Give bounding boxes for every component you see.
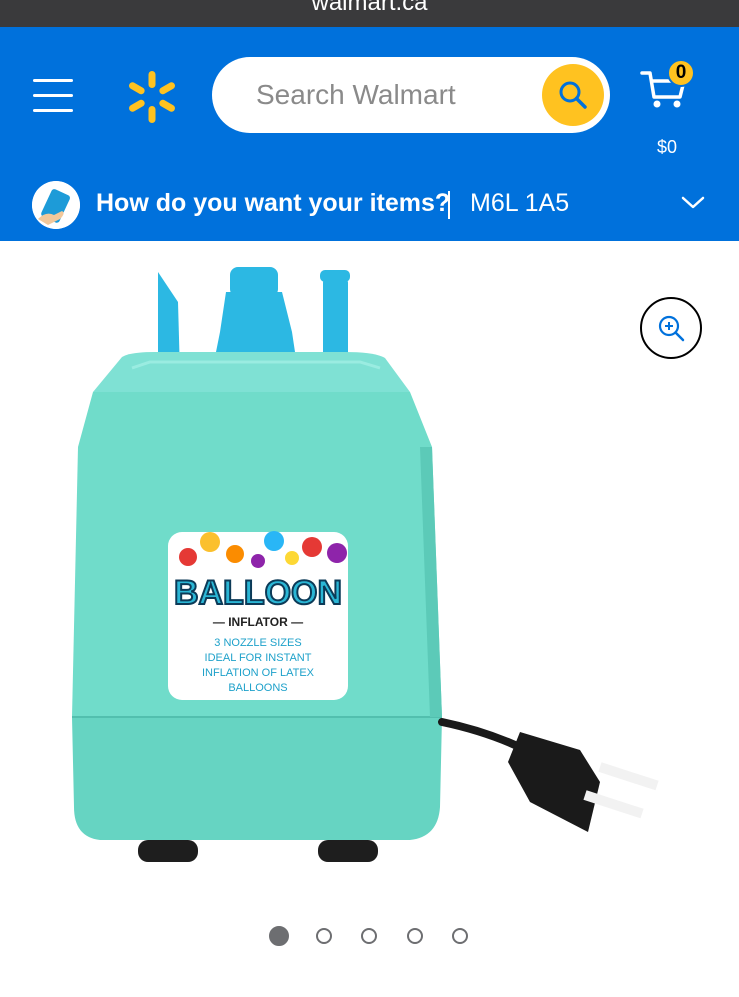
carousel-dot-5[interactable] bbox=[452, 928, 468, 944]
product-label: BALLOON — INFLATOR — 3 NOZZLE SIZES IDEA… bbox=[168, 531, 348, 700]
label-line-4: BALLOONS bbox=[228, 682, 287, 694]
carousel-dot-2[interactable] bbox=[316, 928, 332, 944]
label-line-3: INFLATION OF LATEX bbox=[202, 667, 315, 679]
carousel-dot-3[interactable] bbox=[361, 928, 377, 944]
search-bar bbox=[212, 57, 610, 133]
label-line-1: 3 NOZZLE SIZES bbox=[214, 637, 301, 649]
carousel-dot-1[interactable] bbox=[269, 926, 289, 946]
cart-total: $0 bbox=[656, 137, 678, 157]
browser-url-bar[interactable]: walmart.ca bbox=[0, 0, 739, 27]
cart-count-badge: 0 bbox=[667, 59, 695, 87]
postal-code: M6L 1A5 bbox=[470, 189, 570, 217]
label-line-2: IDEAL FOR INSTANT bbox=[205, 652, 312, 664]
phone-hand-icon bbox=[32, 181, 80, 229]
hamburger-menu-icon[interactable] bbox=[30, 79, 76, 113]
delivery-divider bbox=[448, 191, 450, 219]
url-text: walmart.ca bbox=[311, 0, 428, 16]
search-input[interactable] bbox=[256, 75, 526, 115]
product-image[interactable]: BALLOON — INFLATOR — 3 NOZZLE SIZES IDEA… bbox=[60, 262, 700, 882]
label-brand: BALLOON bbox=[174, 574, 342, 612]
delivery-selector[interactable]: How do you want your items? M6L 1A5 bbox=[0, 173, 739, 241]
carousel-dots bbox=[269, 926, 479, 948]
cart-button[interactable]: 0 $0 bbox=[640, 59, 702, 157]
chevron-down-icon bbox=[681, 196, 705, 209]
label-subtitle: — INFLATOR — bbox=[213, 615, 303, 629]
delivery-question: How do you want your items? bbox=[96, 189, 451, 217]
search-button[interactable] bbox=[542, 64, 604, 126]
site-header: 0 $0 How do you want your items? M6L 1A5 bbox=[0, 27, 739, 241]
walmart-spark-icon[interactable] bbox=[122, 67, 182, 127]
search-icon bbox=[559, 81, 587, 109]
carousel-dot-4[interactable] bbox=[407, 928, 423, 944]
